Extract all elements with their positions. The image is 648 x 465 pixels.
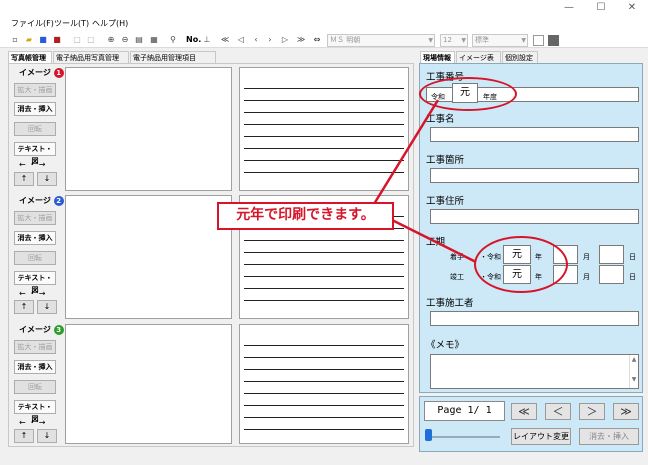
page-indicator: Page 1/ 1 xyxy=(424,401,505,421)
last-page-button[interactable]: ≫ xyxy=(613,403,639,420)
next-page-button[interactable]: ＞ xyxy=(579,403,605,420)
slider-track[interactable] xyxy=(430,436,500,438)
delete-insert-bottom-button[interactable]: 消去・挿入 xyxy=(579,428,639,445)
prev-page-button[interactable]: ＜ xyxy=(545,403,571,420)
slider-thumb-icon[interactable] xyxy=(425,429,432,441)
callout-note: 元年で印刷できます。 xyxy=(217,202,394,230)
first-page-button[interactable]: ≪ xyxy=(511,403,537,420)
layout-change-button[interactable]: レイアウト変更 xyxy=(511,428,571,445)
